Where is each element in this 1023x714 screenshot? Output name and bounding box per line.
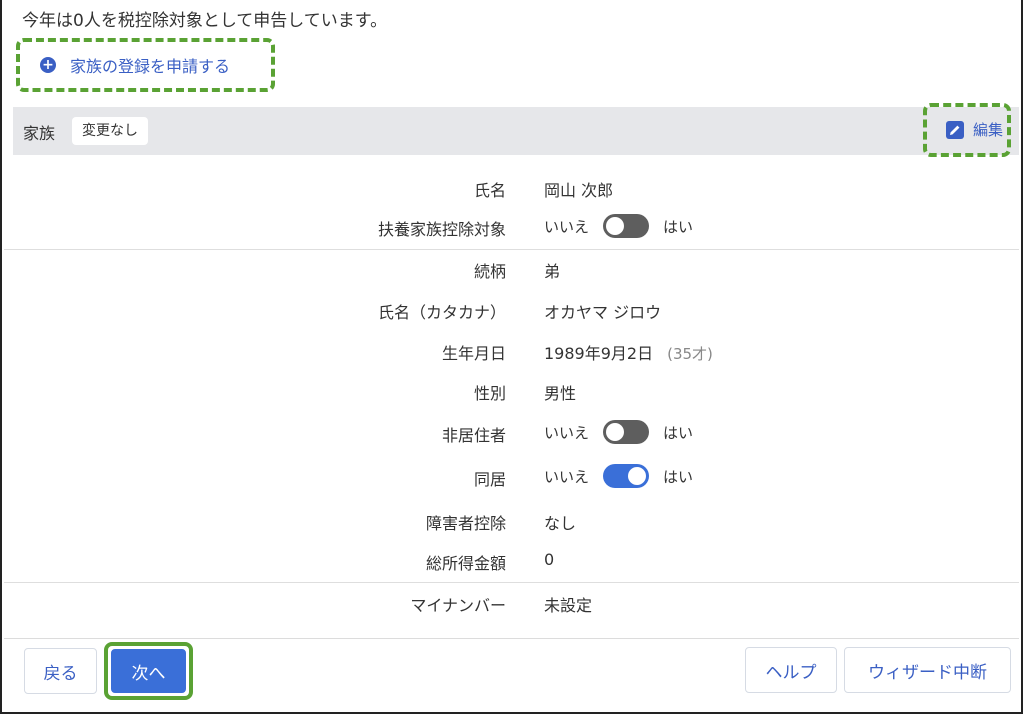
field-label: 扶養家族控除対象 xyxy=(377,220,506,239)
switch-knob xyxy=(606,423,625,441)
back-button[interactable]: 戻る xyxy=(24,648,97,694)
field-label: マイナンバー xyxy=(410,596,506,615)
field-row-total-income: 総所得金額 0 xyxy=(2,546,1021,576)
cohabiting-toggle-group: いいえ はい xyxy=(544,464,693,488)
non-resident-toggle-group: いいえ はい xyxy=(544,420,693,444)
footer-divider xyxy=(4,638,1019,639)
field-row-my-number: マイナンバー 未設定 xyxy=(2,588,1021,618)
dependent-deduction-switch[interactable] xyxy=(603,214,650,238)
intro-text: 今年は0人を税控除対象として申告しています。 xyxy=(22,11,388,31)
toggle-yes-label: はい xyxy=(663,467,694,486)
wizard-panel: 今年は0人を税控除対象として申告しています。 + 家族の登録を申請する 家族 変… xyxy=(0,0,1023,714)
family-section-header: 家族 変更なし 編集 xyxy=(13,107,1019,155)
switch-knob xyxy=(606,217,625,235)
field-value: 0 xyxy=(544,550,555,569)
status-badge: 変更なし xyxy=(72,117,148,145)
field-label: 生年月日 xyxy=(441,344,506,363)
age-value: (35才) xyxy=(667,345,713,363)
field-label: 障害者控除 xyxy=(425,514,506,533)
field-label: 総所得金額 xyxy=(425,554,506,573)
field-row-disability-deduction: 障害者控除 なし xyxy=(2,506,1021,536)
toggle-no-label: いいえ xyxy=(544,217,590,236)
section-title: 家族 xyxy=(23,124,56,143)
field-value: オカヤマ ジロウ xyxy=(544,303,662,322)
help-button[interactable]: ヘルプ xyxy=(745,647,837,693)
field-value: 男性 xyxy=(544,384,577,403)
non-resident-switch[interactable] xyxy=(603,420,650,444)
field-label: 続柄 xyxy=(473,262,506,281)
field-value: なし xyxy=(544,514,577,533)
dependent-deduction-toggle-group: いいえ はい xyxy=(544,214,693,238)
switch-knob xyxy=(628,467,647,485)
field-row-cohabiting: 同居 いいえ はい xyxy=(2,462,1021,492)
plus-circle-icon: + xyxy=(40,57,56,73)
divider xyxy=(4,582,1019,583)
field-row-dependent-deduction: 扶養家族控除対象 いいえ はい xyxy=(2,212,1021,242)
field-row-non-resident: 非居住者 いいえ はい xyxy=(2,418,1021,448)
field-label: 同居 xyxy=(473,470,506,489)
toggle-no-label: いいえ xyxy=(544,467,590,486)
toggle-no-label: いいえ xyxy=(544,423,590,442)
field-label: 非居住者 xyxy=(441,426,506,445)
field-value: 弟 xyxy=(544,262,561,281)
field-row-name-kana: 氏名（カタカナ） オカヤマ ジロウ xyxy=(2,295,1021,325)
toggle-yes-label: はい xyxy=(663,217,694,236)
apply-family-link[interactable]: + 家族の登録を申請する xyxy=(40,52,230,78)
next-button[interactable]: 次へ xyxy=(111,649,186,693)
apply-family-label: 家族の登録を申請する xyxy=(70,57,231,76)
field-label: 性別 xyxy=(473,384,506,403)
field-value: 未設定 xyxy=(544,596,593,615)
field-row-relationship: 続柄 弟 xyxy=(2,254,1021,284)
field-value: 岡山 次郎 xyxy=(544,181,614,200)
toggle-yes-label: はい xyxy=(663,423,694,442)
field-row-birthdate: 生年月日 1989年9月2日 (35才) xyxy=(2,336,1021,366)
birthdate-value: 1989年9月2日 xyxy=(544,344,654,363)
field-value: 1989年9月2日 (35才) xyxy=(544,340,713,364)
abort-wizard-button[interactable]: ウィザード中断 xyxy=(844,647,1011,693)
field-row-gender: 性別 男性 xyxy=(2,376,1021,406)
divider xyxy=(4,249,1019,250)
highlight-edit-button xyxy=(923,103,1011,157)
field-label: 氏名（カタカナ） xyxy=(377,303,506,322)
field-row-name: 氏名 岡山 次郎 xyxy=(2,173,1021,203)
cohabiting-switch[interactable] xyxy=(603,464,650,488)
field-label: 氏名 xyxy=(473,181,506,200)
